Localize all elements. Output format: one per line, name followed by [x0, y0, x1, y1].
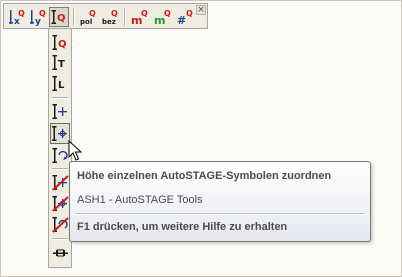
height-l-icon: L	[52, 76, 65, 91]
assign-q-button[interactable]: Q	[52, 34, 69, 51]
svg-text:Q: Q	[57, 13, 66, 24]
hash-marker-button[interactable]: # Q	[177, 8, 195, 26]
svg-text:Q: Q	[18, 9, 25, 18]
m-marker-red-button[interactable]: m Q	[131, 8, 149, 26]
tooltip: Höhe einzelnen AutoSTAGE-Symbolen zuordn…	[69, 161, 371, 242]
svg-text:T: T	[58, 59, 65, 70]
assign-t-button[interactable]: T	[52, 54, 69, 71]
m-green-icon: m Q	[154, 9, 171, 26]
mouse-pointer-icon	[68, 140, 82, 162]
flyout-separator	[52, 97, 68, 99]
svg-text:Q: Q	[164, 9, 171, 18]
dock-bracket-button[interactable]	[52, 245, 69, 262]
autostage-toolbar: x Q y Q Q pol Q bez Q m Q m Q # Q ×	[3, 3, 208, 29]
svg-text:Q: Q	[141, 9, 148, 18]
delete-height-single-icon	[52, 196, 69, 212]
flyout-separator	[52, 238, 68, 240]
height-q-icon: Q	[52, 35, 67, 50]
tooltip-divider	[75, 213, 365, 215]
tooltip-title: Höhe einzelnen AutoSTAGE-Symbolen zuordn…	[77, 170, 332, 182]
toolbar-separator	[124, 8, 126, 26]
assign-cross-button[interactable]	[52, 103, 69, 120]
hash-icon: # Q	[177, 9, 193, 26]
remove-cross-button[interactable]	[52, 174, 69, 191]
svg-text:Q: Q	[186, 9, 193, 18]
svg-text:y: y	[35, 17, 41, 26]
m-marker-green-button[interactable]: m Q	[154, 8, 172, 26]
svg-text:Q: Q	[111, 9, 118, 18]
pol-marker-icon: pol Q	[80, 9, 96, 26]
svg-text:Q: Q	[89, 9, 96, 18]
x-axis-marker-icon: x Q	[9, 9, 25, 26]
remove-all-button[interactable]	[52, 216, 69, 233]
svg-text:#: #	[177, 14, 186, 26]
svg-text:Q: Q	[39, 9, 46, 18]
flyout-separator	[52, 168, 68, 170]
height-single-symbol-icon	[52, 126, 67, 141]
y-axis-marker-icon: y Q	[30, 9, 46, 26]
y-marker-button[interactable]: y Q	[29, 8, 47, 26]
svg-text:L: L	[58, 80, 65, 91]
bracket-icon	[53, 249, 68, 257]
svg-text:Q: Q	[58, 39, 67, 50]
delete-height-cross-icon	[52, 175, 69, 191]
bez-marker-button[interactable]: bez Q	[102, 8, 120, 26]
remove-single-button[interactable]	[52, 195, 69, 212]
svg-text:x: x	[14, 17, 20, 26]
height-cross-icon	[52, 104, 67, 119]
pol-marker-button[interactable]: pol Q	[80, 8, 98, 26]
height-rotate-icon	[52, 148, 68, 163]
tooltip-subtitle: ASH1 - AutoSTAGE Tools	[77, 194, 203, 206]
bez-marker-icon: bez Q	[102, 9, 118, 26]
toolbar-separator	[73, 8, 75, 26]
svg-text:pol: pol	[80, 18, 92, 26]
assign-rotate-button[interactable]	[52, 147, 69, 164]
tooltip-help-text: F1 drücken, um weitere Hilfe zu erhalten	[77, 221, 288, 233]
x-marker-button[interactable]: x Q	[8, 8, 26, 26]
assign-l-button[interactable]: L	[52, 75, 69, 92]
assign-single-symbols-button[interactable]	[50, 123, 70, 144]
vertical-marker-icon: Q	[51, 10, 66, 24]
svg-text:bez: bez	[102, 18, 116, 26]
close-toolbar-icon[interactable]: ×	[196, 5, 206, 15]
vertical-marker-button[interactable]: Q	[49, 7, 69, 27]
delete-height-rotate-icon	[52, 217, 69, 233]
height-t-icon: T	[52, 55, 65, 70]
workspace-frame: x Q y Q Q pol Q bez Q m Q m Q # Q × Q T …	[0, 0, 402, 277]
m-red-icon: m Q	[131, 9, 148, 26]
